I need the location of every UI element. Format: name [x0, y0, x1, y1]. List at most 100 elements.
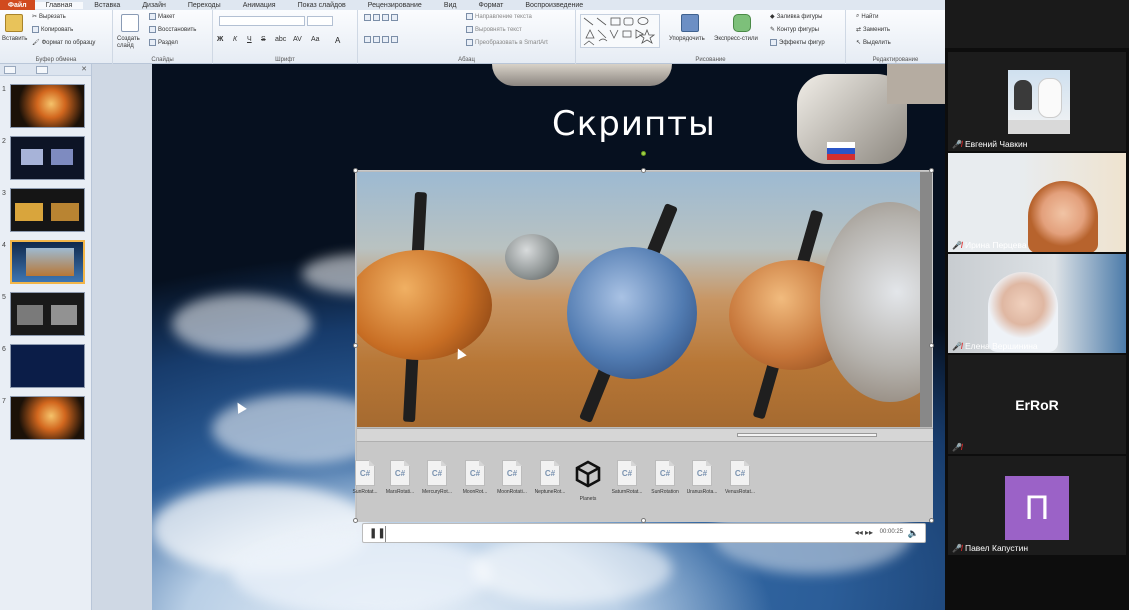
resize-handle[interactable]	[353, 168, 358, 173]
mic-muted-icon: 🎤̸	[952, 240, 962, 250]
playhead[interactable]	[385, 526, 386, 542]
tab-transitions[interactable]: Переходы	[177, 2, 232, 9]
case-button[interactable]: Aa	[311, 36, 320, 43]
close-panel-icon[interactable]: ✕	[81, 65, 87, 73]
align-buttons[interactable]	[364, 36, 398, 43]
participant-tile[interactable]: П 🎤̸ Павел Капустин	[948, 456, 1126, 555]
slide-thumbnail-1[interactable]	[10, 84, 85, 128]
slide-thumbnail-4[interactable]	[10, 240, 85, 284]
find-button[interactable]: ⌕ Найти	[856, 13, 879, 20]
text-direction-button[interactable]: Направление текста	[466, 13, 532, 20]
scissors-icon: ✂	[32, 14, 38, 20]
slide-thumbnail-2[interactable]	[10, 136, 85, 180]
quick-styles-button[interactable]: Экспресс-стили	[714, 36, 758, 42]
group-clipboard: Вставить ✂ Вырезать Копировать 🖌 Формат по…	[0, 10, 113, 64]
video-scene	[357, 172, 920, 427]
paste-button[interactable]: Вставить	[2, 36, 27, 42]
embedded-video[interactable]: C# SunRotat... C# MarsRotati... C# MercuryR…	[352, 168, 934, 523]
participant-tile[interactable]: 🎤̸ Евгений Чавкин	[948, 52, 1126, 151]
participants-panel: 🎤̸ Евгений Чавкин 🎤̸ Ирина Перцева 🎤̸ Елена…	[945, 48, 1129, 610]
pause-icon[interactable]: ❚❚	[369, 528, 386, 540]
tab-home[interactable]: Главная	[34, 1, 84, 9]
tab-design[interactable]: Дизайн	[131, 2, 177, 9]
participant-label: 🎤̸ Евгений Чавкин	[952, 139, 1027, 149]
font-size-select[interactable]	[307, 16, 333, 26]
cut-button[interactable]: ✂ Вырезать	[32, 13, 66, 21]
bold-button[interactable]: Ж	[217, 36, 223, 43]
volume-icon[interactable]: 🔈	[908, 528, 919, 539]
tab-format[interactable]: Формат	[468, 2, 515, 9]
align-text-label: Выровнять текст	[475, 26, 522, 33]
align-text-button[interactable]: Выровнять текст	[466, 26, 522, 33]
tab-file[interactable]: Файл	[0, 0, 35, 10]
tab-slideshow[interactable]: Показ слайдов	[287, 2, 357, 9]
participant-name: Павел Капустин	[964, 543, 1029, 553]
outline-tab[interactable]	[4, 66, 16, 74]
participant-tile[interactable]: ErRoR 🎤̸	[948, 355, 1126, 454]
bullets-button[interactable]	[364, 14, 398, 21]
asset-item: C# SaturnRotat...	[609, 460, 645, 495]
arrange-button[interactable]: Упорядочить	[669, 36, 705, 42]
slide-title[interactable]: Скрипты	[552, 104, 716, 144]
resize-handle[interactable]	[929, 343, 934, 348]
slide-thumbnail-3[interactable]	[10, 188, 85, 232]
tab-playback[interactable]: Воспроизведение	[514, 2, 594, 9]
shapes-gallery[interactable]	[580, 14, 660, 48]
slide-thumb-row[interactable]: 4	[0, 240, 92, 288]
resize-handle[interactable]	[641, 168, 646, 173]
reset-button[interactable]: Восстановить	[149, 26, 196, 33]
resize-handle[interactable]	[929, 168, 934, 173]
replace-button[interactable]: ⇄ Заменить	[856, 26, 890, 34]
format-painter-button[interactable]: 🖌 Формат по образцу	[32, 39, 95, 47]
slide-thumb-row[interactable]: 7	[0, 396, 92, 444]
zoom-slider[interactable]	[737, 433, 877, 437]
slide-thumb-row[interactable]: 2	[0, 136, 92, 184]
layout-button[interactable]: Макет	[149, 13, 175, 20]
participant-tile[interactable]: 🎤̸ Елена Вершинина	[948, 254, 1126, 353]
slide-thumb-row[interactable]: 1	[0, 84, 92, 132]
shape-fill-label: Заливка фигуры	[776, 13, 823, 20]
resize-handle[interactable]	[353, 518, 358, 523]
underline-button[interactable]: Ч	[247, 36, 252, 43]
tab-insert[interactable]: Вставка	[83, 2, 131, 9]
slide-thumb-row[interactable]: 6	[0, 344, 92, 392]
resize-handle[interactable]	[353, 343, 358, 348]
asset-name: MarsRotati...	[385, 489, 415, 495]
slide-thumbnail-7[interactable]	[10, 396, 85, 440]
slide-thumbnail-5[interactable]	[10, 292, 85, 336]
editor-margin	[92, 64, 152, 610]
skip-buttons[interactable]: ◂◂ ▸▸	[855, 528, 873, 537]
section-icon	[149, 39, 156, 46]
asset-item: C# MoonRotati...	[494, 460, 530, 495]
slide-thumb-row[interactable]: 5	[0, 292, 92, 340]
slide-thumb-row[interactable]: 3	[0, 188, 92, 236]
asset-name: MoonRotati...	[497, 489, 527, 495]
shape-effects-button[interactable]: Эффекты фигур	[770, 39, 825, 46]
tab-animation[interactable]: Анимация	[232, 2, 287, 9]
section-button[interactable]: Раздел	[149, 39, 178, 46]
smartart-button[interactable]: Преобразовать в SmartArt	[466, 39, 548, 46]
select-button[interactable]: ↖ Выделить	[856, 39, 891, 47]
participant-tile[interactable]: 🎤̸ Ирина Перцева	[948, 153, 1126, 252]
tab-review[interactable]: Рецензирование	[357, 2, 433, 9]
ribbon-tabs: Файл Главная Вставка Дизайн Переходы Ани…	[0, 0, 945, 10]
rotation-handle[interactable]	[641, 151, 646, 156]
strike-button[interactable]: S	[261, 36, 266, 43]
spacing-button[interactable]: AV	[293, 36, 302, 43]
csharp-file-icon: C#	[655, 460, 675, 486]
shadow-button[interactable]: abc	[275, 36, 286, 43]
font-color-button[interactable]: A	[335, 36, 340, 45]
tab-view[interactable]: Вид	[433, 2, 468, 9]
shape-outline-button[interactable]: ✎ Контур фигуры	[770, 26, 819, 34]
shape-fill-button[interactable]: ◆ Заливка фигуры	[770, 13, 823, 21]
slides-tab[interactable]	[36, 66, 48, 74]
italic-button[interactable]: К	[233, 36, 237, 43]
asset-item: C# NeptuneRot...	[532, 460, 568, 495]
justify-icon	[391, 36, 398, 43]
new-slide-button[interactable]: Создать слайд	[117, 36, 147, 50]
copy-button[interactable]: Копировать	[32, 26, 73, 33]
resize-handle[interactable]	[929, 518, 934, 523]
asset-name: VenusRotat...	[724, 489, 756, 495]
slide-thumbnail-6[interactable]	[10, 344, 85, 388]
font-family-select[interactable]	[219, 16, 305, 26]
